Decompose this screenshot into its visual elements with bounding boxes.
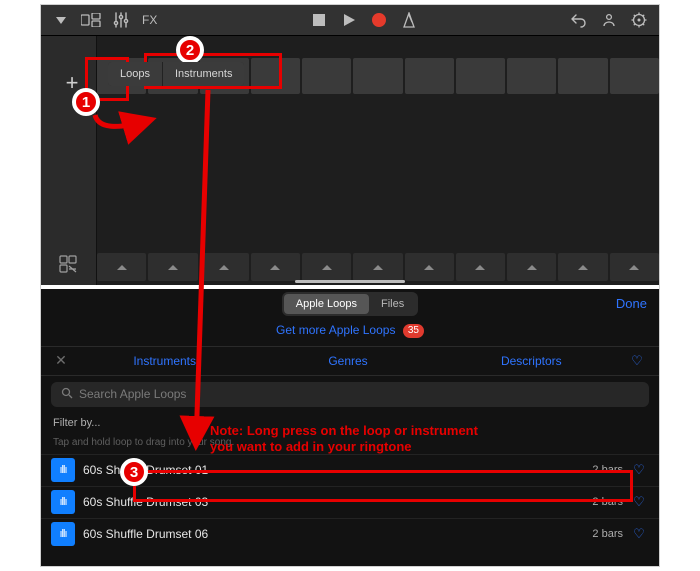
close-icon[interactable]: ✕ bbox=[49, 352, 73, 369]
get-more-loops-badge: 35 bbox=[403, 324, 424, 338]
scene-trigger[interactable] bbox=[610, 253, 659, 281]
scene-trigger[interactable] bbox=[507, 253, 556, 281]
search-icon bbox=[61, 387, 73, 402]
metronome-button[interactable] bbox=[397, 8, 421, 32]
record-button[interactable] bbox=[367, 8, 391, 32]
info-button[interactable] bbox=[597, 8, 621, 32]
source-segmented: Apple Loops Files bbox=[282, 292, 418, 316]
list-item[interactable]: ıllı 60s Shuffle Drumset 06 2 bars ♡ bbox=[41, 518, 659, 550]
loop-length: 2 bars bbox=[592, 464, 623, 476]
favorites-icon[interactable]: ♡ bbox=[623, 353, 651, 369]
play-button[interactable] bbox=[337, 8, 361, 32]
category-tabs: ✕ Instruments Genres Descriptors ♡ bbox=[41, 346, 659, 376]
settings-button[interactable] bbox=[627, 8, 651, 32]
home-indicator bbox=[295, 280, 405, 283]
view-toggle-button[interactable] bbox=[79, 8, 103, 32]
waveform-icon: ıllı bbox=[51, 490, 75, 514]
loop-cell[interactable] bbox=[405, 58, 454, 94]
undo-button[interactable] bbox=[567, 8, 591, 32]
loop-length: 2 bars bbox=[592, 528, 623, 540]
loops-tab[interactable]: Loops bbox=[108, 62, 162, 86]
scene-trigger[interactable] bbox=[405, 253, 454, 281]
tab-genres[interactable]: Genres bbox=[256, 354, 439, 368]
loop-cell[interactable] bbox=[353, 58, 402, 94]
files-segment[interactable]: Files bbox=[369, 294, 416, 314]
loop-name: 60s Shuffle Drumset 03 bbox=[83, 495, 592, 509]
favorite-icon[interactable]: ♡ bbox=[629, 494, 649, 510]
mixer-button[interactable] bbox=[109, 8, 133, 32]
scene-trigger[interactable] bbox=[200, 253, 249, 281]
view-menu-button[interactable] bbox=[49, 8, 73, 32]
tracks-grid: + Loops Instruments bbox=[41, 35, 659, 285]
scene-trigger[interactable] bbox=[148, 253, 197, 281]
favorite-icon[interactable]: ♡ bbox=[629, 526, 649, 542]
search-placeholder: Search Apple Loops bbox=[79, 387, 186, 401]
stop-button[interactable] bbox=[307, 8, 331, 32]
tab-descriptors[interactable]: Descriptors bbox=[440, 354, 623, 368]
filter-by-button[interactable]: Filter by... bbox=[41, 413, 659, 433]
scene-trigger[interactable] bbox=[353, 253, 402, 281]
list-item[interactable]: ıllı 60s Shuffle Drumset 01 2 bars ♡ bbox=[41, 454, 659, 486]
list-item[interactable]: ıllı 60s Shuffle Drumset 03 2 bars ♡ bbox=[41, 486, 659, 518]
instruments-tab[interactable]: Instruments bbox=[162, 62, 244, 86]
track-header-column: + bbox=[41, 36, 97, 285]
loop-cell[interactable] bbox=[610, 58, 659, 94]
add-track-button[interactable]: + bbox=[55, 66, 89, 100]
scene-trigger[interactable] bbox=[456, 253, 505, 281]
scene-trigger[interactable] bbox=[558, 253, 607, 281]
scene-trigger[interactable] bbox=[251, 253, 300, 281]
get-more-loops-row[interactable]: Get more Apple Loops 35 bbox=[41, 319, 659, 346]
loop-browser-panel: Apple Loops Files Done Get more Apple Lo… bbox=[41, 285, 659, 566]
loop-cell[interactable] bbox=[251, 58, 300, 94]
drag-hint: Tap and hold loop to drag into your song… bbox=[41, 433, 659, 452]
get-more-loops-link[interactable]: Get more Apple Loops bbox=[276, 323, 395, 337]
loop-list: ıllı 60s Shuffle Drumset 01 2 bars ♡ ıll… bbox=[41, 454, 659, 550]
browser-icon[interactable] bbox=[55, 251, 81, 277]
loop-length: 2 bars bbox=[592, 496, 623, 508]
tab-instruments[interactable]: Instruments bbox=[73, 354, 256, 368]
loop-name: 60s Shuffle Drumset 01 bbox=[83, 463, 592, 477]
favorite-icon[interactable]: ♡ bbox=[629, 462, 649, 478]
fx-button[interactable]: FX bbox=[139, 13, 160, 27]
loops-instruments-segment: Loops Instruments bbox=[108, 62, 244, 86]
scene-trigger[interactable] bbox=[302, 253, 351, 281]
search-input[interactable]: Search Apple Loops bbox=[51, 382, 649, 407]
apple-loops-segment[interactable]: Apple Loops bbox=[284, 294, 369, 314]
waveform-icon: ıllı bbox=[51, 458, 75, 482]
loop-name: 60s Shuffle Drumset 06 bbox=[83, 527, 592, 541]
waveform-icon: ıllı bbox=[51, 522, 75, 546]
loop-cell[interactable] bbox=[507, 58, 556, 94]
loop-cell[interactable] bbox=[558, 58, 607, 94]
loop-cell[interactable] bbox=[456, 58, 505, 94]
done-button[interactable]: Done bbox=[616, 296, 647, 311]
loop-cell[interactable] bbox=[302, 58, 351, 94]
main-toolbar: FX bbox=[41, 5, 659, 35]
scene-trigger[interactable] bbox=[97, 253, 146, 281]
